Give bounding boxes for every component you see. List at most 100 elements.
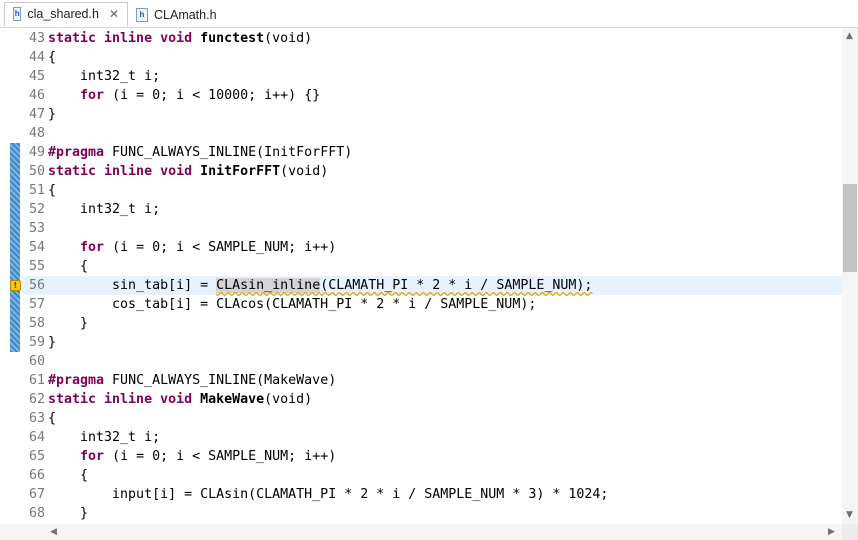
code-token: { [48, 411, 57, 426]
code-token: input[i] = CLAsin(CLAMATH_PI * 2 * i / S… [48, 487, 609, 502]
tab-label: cla_shared.h [27, 7, 99, 21]
h-file-icon: h [13, 7, 22, 21]
code-token: #pragma [48, 145, 105, 160]
code-line[interactable]: 46 for (i = 0; i < 10000; i++) {} [22, 86, 842, 105]
code-editor[interactable]: ! 43 static inline void functest(void) 44{… [0, 28, 842, 524]
code-line[interactable]: 63{ [22, 409, 842, 428]
line-number: 60 [28, 354, 45, 369]
code-token: static inline void [48, 392, 201, 407]
code-token: InitForFFT [200, 164, 281, 179]
code-line[interactable]: 68 } [22, 504, 842, 523]
code-token: #pragma [48, 373, 105, 388]
warning-icon[interactable]: ! [10, 280, 21, 291]
code-token: FUNC_ALWAYS_INLINE(MakeWave) [104, 373, 337, 388]
code-line[interactable]: 64 int32_t i; [22, 428, 842, 447]
horizontal-scrollbar[interactable] [0, 524, 842, 540]
tab-clamath-h[interactable]: h CLAmath.h [128, 2, 232, 27]
code-line[interactable]: 60 [22, 352, 842, 371]
line-number: 66 [28, 468, 45, 483]
code-text: static inline void MakeWave(void) [47, 392, 312, 407]
code-text: for (i = 0; i < 10000; i++) {} [47, 88, 320, 103]
code-line[interactable]: 67 input[i] = CLAsin(CLAMATH_PI * 2 * i … [22, 485, 842, 504]
code-text: } [47, 335, 56, 350]
close-icon[interactable]: ✕ [109, 7, 119, 21]
code-text: #pragma FUNC_ALWAYS_INLINE(MakeWave) [47, 373, 336, 388]
line-number: 65 [28, 449, 45, 464]
scroll-up-icon[interactable]: ▲ [846, 31, 853, 41]
vertical-scrollbar[interactable] [842, 28, 858, 524]
scroll-down-icon[interactable]: ▼ [846, 510, 853, 520]
code-line[interactable]: 61 #pragma FUNC_ALWAYS_INLINE(MakeWave) [22, 371, 842, 390]
scrollbar-corner [842, 524, 858, 540]
code-token: { [48, 50, 57, 65]
code-text: { [47, 468, 88, 483]
code-token: MakeWave [200, 392, 265, 407]
code-token: } [48, 335, 57, 350]
code-text: sin_tab[i] = CLAsin_inline(CLAMATH_PI * … [47, 278, 592, 293]
code-line[interactable]: 50 static inline void InitForFFT(void) [22, 162, 842, 181]
code-line[interactable]: 56 sin_tab[i] = CLAsin_inline(CLAMATH_PI… [22, 276, 842, 295]
code-line[interactable]: 47} [22, 105, 842, 124]
code-text: static inline void functest(void) [47, 31, 312, 46]
code-text: for (i = 0; i < SAMPLE_NUM; i++) [47, 449, 336, 464]
code-token: functest [200, 31, 265, 46]
change-marker-bar [10, 143, 20, 352]
code-text: int32_t i; [47, 69, 160, 84]
code-token: (i = 0; i < 10000; i++) {} [104, 88, 321, 103]
line-number: 58 [28, 316, 45, 331]
code-text: input[i] = CLAsin(CLAMATH_PI * 2 * i / S… [47, 487, 608, 502]
h-file-icon: h [136, 7, 148, 22]
line-number: 55 [28, 259, 45, 274]
code-token: FUNC_ALWAYS_INLINE(InitForFFT) [104, 145, 353, 160]
line-number: 44 [28, 50, 45, 65]
code-token: { [48, 183, 57, 198]
code-token: int32_t i; [48, 69, 161, 84]
code-line[interactable]: 43 static inline void functest(void) [22, 29, 842, 48]
code-line[interactable]: 58 } [22, 314, 842, 333]
scroll-left-icon[interactable]: ◀ [50, 527, 57, 537]
line-number: 49 [28, 145, 45, 160]
code-line[interactable]: 45 int32_t i; [22, 67, 842, 86]
code-line[interactable]: 55 { [22, 257, 842, 276]
code-token: } [48, 107, 57, 122]
code-line[interactable]: 49 #pragma FUNC_ALWAYS_INLINE(InitForFFT) [22, 143, 842, 162]
line-number: 46 [28, 88, 45, 103]
code-text: } [47, 316, 88, 331]
code-text: #pragma FUNC_ALWAYS_INLINE(InitForFFT) [47, 145, 352, 160]
code-token: int32_t i; [48, 430, 161, 445]
tab-cla-shared-h[interactable]: h cla_shared.h ✕ [4, 2, 128, 27]
code-line[interactable]: 51{ [22, 181, 842, 200]
code-line[interactable]: 59} [22, 333, 842, 352]
code-token: (void) [264, 392, 313, 407]
line-number: 62 [28, 392, 45, 407]
line-number: 64 [28, 430, 45, 445]
code-text: int32_t i; [47, 202, 160, 217]
code-token: } [48, 506, 89, 521]
code-line[interactable]: 62 static inline void MakeWave(void) [22, 390, 842, 409]
line-number: 52 [28, 202, 45, 217]
overview-ruler: ! [8, 28, 22, 524]
code-line[interactable]: 66 { [22, 466, 842, 485]
code-token: { [48, 259, 89, 274]
code-line[interactable]: 48 [22, 124, 842, 143]
code-line[interactable]: 54 for (i = 0; i < SAMPLE_NUM; i++) [22, 238, 842, 257]
code-token: for [80, 449, 105, 464]
code-token: (i = 0; i < SAMPLE_NUM; i++) [104, 449, 337, 464]
scroll-right-icon[interactable]: ▶ [828, 527, 835, 537]
code-text: cos_tab[i] = CLAcos(CLAMATH_PI * 2 * i /… [47, 297, 536, 312]
code-token: (void) [264, 31, 313, 46]
line-number: 51 [28, 183, 45, 198]
line-number: 61 [28, 373, 45, 388]
code-token: } [48, 316, 89, 331]
vertical-scrollbar-thumb[interactable] [843, 184, 857, 272]
code-token: cos_tab[i] = CLAcos(CLAMATH_PI * 2 * i /… [48, 297, 537, 312]
code-line[interactable]: 53 [22, 219, 842, 238]
code-line[interactable]: 57 cos_tab[i] = CLAcos(CLAMATH_PI * 2 * … [22, 295, 842, 314]
code-token: for [80, 88, 105, 103]
code-line[interactable]: 52 int32_t i; [22, 200, 842, 219]
code-token: static inline void [48, 164, 201, 179]
code-line[interactable]: 65 for (i = 0; i < SAMPLE_NUM; i++) [22, 447, 842, 466]
code-line[interactable]: 44{ [22, 48, 842, 67]
code-text: { [47, 411, 56, 426]
